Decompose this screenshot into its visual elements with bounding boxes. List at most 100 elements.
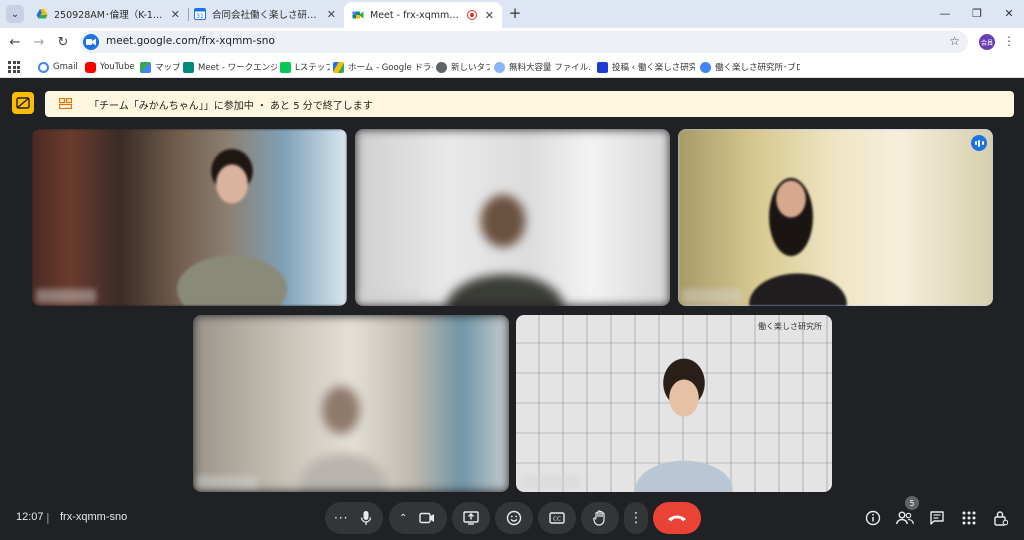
bookmark-meet[interactable]: Meet - ワークエンジョイ (183, 59, 277, 75)
emoji-icon (506, 510, 522, 526)
closed-captions-icon: CC (549, 512, 565, 524)
maps-icon (140, 61, 151, 73)
captions-off-icon[interactable] (12, 92, 34, 114)
participant-tile[interactable] (355, 129, 670, 306)
bookmark-label: 新しいタブ (451, 63, 490, 73)
forward-icon[interactable]: → (30, 33, 48, 51)
lstep-icon (280, 61, 291, 73)
participant-tile[interactable] (32, 129, 347, 306)
address-bar[interactable]: meet.google.com/frx-xqmm-sno ☆ (80, 31, 968, 53)
bookmark-label: Gmail (53, 62, 78, 72)
participant-count-badge: 5 (905, 496, 919, 510)
camera-icon[interactable] (419, 512, 435, 524)
close-icon[interactable]: ✕ (327, 8, 336, 21)
bookmark-new-tab[interactable]: 新しいタブ (436, 59, 490, 75)
url-text[interactable]: meet.google.com/frx-xqmm-sno (106, 35, 275, 47)
bookmark-label: Meet - ワークエンジョイ (198, 63, 277, 73)
recording-icon (466, 10, 477, 20)
tab-meet[interactable]: Meet - frx-xqmm-sno ✕ (344, 2, 502, 28)
participant-name-label (682, 289, 742, 303)
microphone-icon[interactable] (360, 510, 372, 526)
participant-name-label (197, 475, 257, 489)
google-icon (38, 61, 49, 73)
people-icon[interactable] (896, 509, 914, 527)
more-vert-icon: ⋮ (629, 510, 643, 526)
breakout-room-icon (59, 98, 72, 109)
svg-text:31: 31 (196, 13, 204, 20)
participant-tile[interactable] (193, 315, 509, 492)
youtube-icon (85, 61, 96, 73)
camera-control-group: ⌃ (389, 502, 447, 534)
tab-strip: ⌄ 250928AM･倫理（K-1） - Goo ✕ 31 合同会社働く楽しさ研… (0, 0, 1024, 28)
browser-menu-icon[interactable]: ⋮ (1003, 34, 1015, 48)
present-screen-button[interactable] (452, 502, 490, 534)
restore-icon[interactable]: ❐ (962, 3, 992, 23)
bookmark-wordpress[interactable]: 投稿 ‹ 働く楽しさ研究… (597, 59, 695, 75)
reactions-button[interactable] (495, 502, 533, 534)
mic-control-group: ··· (325, 502, 383, 534)
calendar-icon: 31 (194, 8, 206, 20)
participant-name-label (359, 289, 419, 303)
raise-hand-button[interactable] (581, 502, 619, 534)
chevron-down-icon: ⌄ (10, 8, 20, 20)
tab-title: 合同会社働く楽しさ研究所 - カレ (212, 10, 319, 21)
chevron-up-icon[interactable]: ⌃ (399, 513, 407, 524)
bookmarks-bar: Gmail YouTube マップ Meet - ワークエンジョイ Lステップ … (0, 56, 1024, 78)
close-icon[interactable]: ✕ (171, 8, 180, 21)
bookmark-gmail[interactable]: Gmail (38, 59, 82, 75)
audio-settings-icon[interactable]: ··· (334, 511, 348, 525)
drive-icon (333, 61, 344, 73)
drive-icon (36, 9, 48, 19)
bookmark-drive[interactable]: ホーム - Google ドライブ (333, 59, 433, 75)
meet-icon (183, 61, 194, 73)
background-caption: 働く楽しさ研究所 (758, 322, 822, 331)
globe-icon (436, 61, 447, 73)
meet-stage: 「チーム「みかんちゃん」」に参加中 ・ あと 5 分で終了します 働く楽しさ研究… (0, 78, 1024, 540)
hand-icon (593, 510, 605, 526)
meeting-details-icon[interactable] (864, 509, 882, 527)
video-feed (193, 315, 509, 492)
minimize-icon[interactable]: — (930, 3, 960, 23)
tab-drive[interactable]: 250928AM･倫理（K-1） - Goo ✕ (28, 2, 188, 26)
participant-tile[interactable]: 働く楽しさ研究所 (516, 315, 832, 492)
activities-grid-icon[interactable] (960, 509, 978, 527)
tab-title: 250928AM･倫理（K-1） - Goo (54, 10, 163, 21)
tab-calendar[interactable]: 31 合同会社働く楽しさ研究所 - カレ ✕ (186, 2, 344, 26)
apps-grid-icon[interactable] (8, 61, 20, 73)
bookmark-label: YouTube (100, 62, 135, 72)
meeting-notice-banner: 「チーム「みかんちゃん」」に参加中 ・ あと 5 分で終了します (45, 91, 1014, 117)
bookmark-file-transfer[interactable]: 無料大容量 ファイル… (494, 59, 590, 75)
bookmark-label: ホーム - Google ドライブ (348, 63, 433, 73)
participant-name-label (520, 475, 580, 489)
chat-icon[interactable] (928, 509, 946, 527)
present-icon (463, 511, 479, 525)
site-info-icon[interactable] (83, 34, 99, 50)
close-icon[interactable]: ✕ (485, 9, 494, 22)
bookmark-blog[interactable]: 働く楽しさ研究所･ブロ… (700, 59, 800, 75)
reload-icon[interactable]: ↻ (54, 33, 72, 51)
clock-time: 12:07 (16, 511, 44, 523)
tab-title: Meet - frx-xqmm-sno (370, 9, 461, 21)
svg-text:CC: CC (553, 517, 561, 523)
meet-icon (352, 11, 364, 19)
end-call-icon (668, 515, 686, 522)
window-close-icon[interactable]: ✕ (994, 3, 1024, 23)
bookmark-label: 働く楽しさ研究所･ブロ… (715, 63, 800, 73)
tab-search-button[interactable]: ⌄ (6, 5, 24, 23)
leave-call-button[interactable] (653, 502, 701, 534)
bookmark-lstep[interactable]: Lステップ (280, 59, 330, 75)
captions-button[interactable]: CC (538, 502, 576, 534)
participant-tile-active-speaker[interactable] (678, 129, 993, 306)
video-feed (32, 129, 347, 306)
profile-avatar[interactable]: 会員 (979, 34, 995, 50)
bookmark-star-icon[interactable]: ☆ (949, 34, 960, 48)
bookmark-youtube[interactable]: YouTube (85, 59, 137, 75)
back-icon[interactable]: ← (6, 33, 24, 51)
video-feed (355, 129, 670, 306)
host-controls-lock-icon[interactable] (992, 509, 1010, 527)
bookmark-label: Lステップ (295, 63, 330, 73)
new-tab-button[interactable]: + (506, 4, 524, 22)
more-options-button[interactable]: ⋮ (624, 502, 648, 534)
bookmark-label: マップ (155, 63, 180, 73)
bookmark-maps[interactable]: マップ (140, 59, 180, 75)
